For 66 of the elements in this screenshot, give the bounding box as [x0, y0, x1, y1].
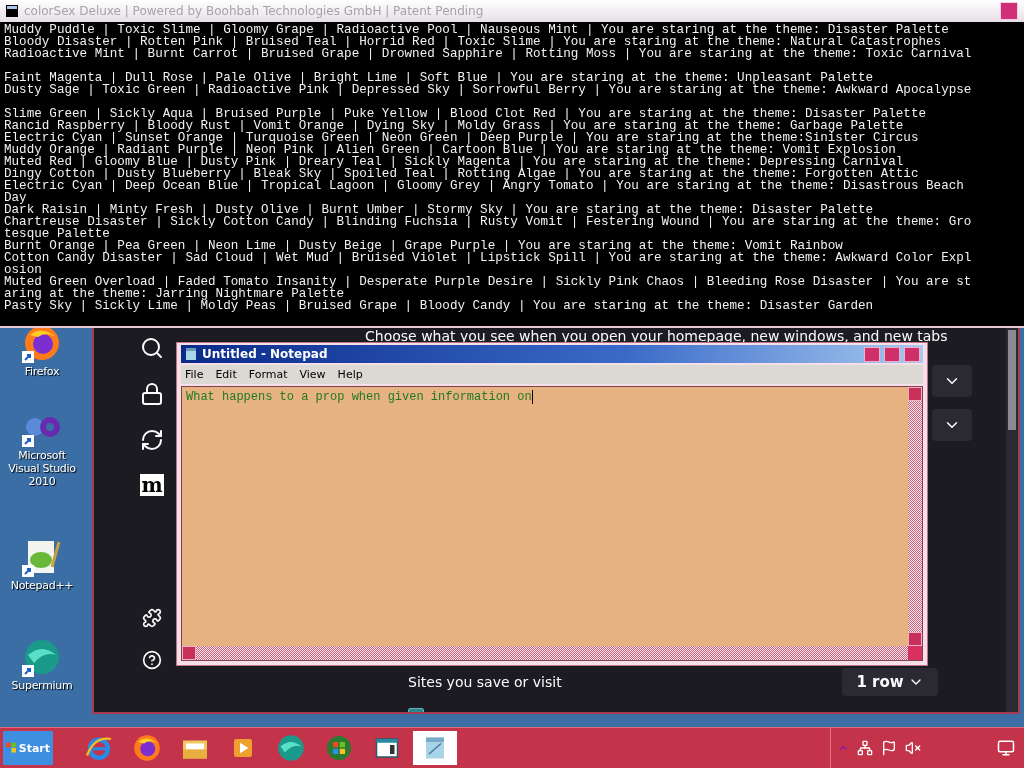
console-line: Pasty Sky | Sickly Lime | Moldy Peas | Bruised Grape | Bloody Candy | You are staring at the theme: Disaster Garden: [4, 300, 874, 312]
close-button[interactable]: [1000, 2, 1018, 20]
menu-item[interactable]: File: [185, 368, 204, 381]
shortcut-arrow-icon: [22, 435, 34, 447]
console-line: Radioactive Mint | Burnt Carrot | Bruised Grape | Drowned Sapphire | Rotting Moss | You are staring at the theme: Toxic Carnival: [4, 48, 972, 60]
console-line: Dingy Cotton | Dusty Blueberry | Bleak Sky | Spoiled Teal | Rotting Algae | You are staring at the theme: Forgotten Attic: [4, 168, 919, 180]
lock-icon[interactable]: [140, 382, 164, 406]
minimize-button[interactable]: [864, 346, 880, 362]
console-line: Slime Green | Sickly Aqua | Bruised Purple | Puke Yellow | Blood Clot Red | You are staring at the theme: Disaster Palette: [4, 108, 926, 120]
search-icon[interactable]: [140, 336, 164, 360]
network-icon[interactable]: [857, 740, 873, 756]
dropdown-button[interactable]: [932, 409, 972, 441]
puzzle-icon[interactable]: [142, 608, 162, 628]
sync-icon[interactable]: [140, 428, 164, 452]
shortcut-arrow-icon: [22, 565, 34, 577]
console-line: tesque Palette: [4, 228, 110, 240]
dropdown-button[interactable]: [932, 365, 972, 397]
console-line: osion: [4, 264, 42, 276]
console-line: Dark Raisin | Minty Fresh | Dusty Olive | Burnt Umber | Stormy Sky | You are staring at the theme: Disaster Palette: [4, 204, 874, 216]
volume-muted-icon[interactable]: [905, 740, 921, 756]
window-title: Untitled - Notepad: [202, 347, 329, 361]
menu-item[interactable]: Help: [337, 368, 363, 381]
help-icon[interactable]: [142, 650, 162, 670]
console-line: Faint Magenta | Dull Rose | Pale Olive | Bright Lime | Soft Blue | You are staring at the theme: Unpleasant Palette: [4, 72, 874, 84]
horizontal-scrollbar[interactable]: [182, 646, 908, 660]
firefox-icon: [132, 733, 162, 763]
sphere-icon: [276, 733, 306, 763]
rows-select[interactable]: 1 row: [842, 668, 938, 696]
console-line: Electric Cyan | Sunset Orange | Turquoise Green | Neon Green | Deep Purple | You are staring at the theme:Sinister Circus: [4, 132, 919, 144]
console-icon: [6, 5, 18, 17]
console-line: aring at the theme: Jarring Nightmare Palette: [4, 288, 345, 300]
shortcut-arrow-icon: [22, 665, 34, 677]
section-label: Sites you save or visit: [408, 674, 562, 690]
console-line: Muddy Puddle | Toxic Slime | Gloomy Grape | Radioactive Pool | Nauseous Mint | You are staring at the theme: Disaster Palette: [4, 24, 949, 36]
close-button[interactable]: [904, 346, 920, 362]
console-line: Muted Green Overload | Faded Tomato Insanity | Desperate Purple Desire | Sickly Pink Chaos | Bleeding Rose Disaster | You are st: [4, 276, 972, 288]
desktop-icon-label[interactable]: Notepad++: [10, 579, 74, 592]
windows-orb-icon: [324, 733, 354, 763]
logo-icon[interactable]: m: [140, 474, 164, 496]
sphere-icon: [22, 637, 62, 677]
console-line: Muddy Orange | Radiant Purple | Neon Pink | Alien Green | Cartoon Blue | You are staring at the theme: Vomit Explosion: [4, 144, 896, 156]
menu-item[interactable]: View: [299, 368, 326, 381]
console-line: Cotton Candy Disaster | Sad Cloud | Wet Mud | Bruised Violet | Lipstick Spill | You are staring at the theme: Awkward Color Expl: [4, 252, 972, 264]
resize-grip[interactable]: [908, 646, 922, 660]
scrollbar[interactable]: [1006, 328, 1018, 712]
vertical-scrollbar[interactable]: [908, 387, 922, 646]
console-line: Electric Cyan | Deep Ocean Blue | Tropical Lagoon | Gloomy Grey | Angry Tomato | You are staring at the theme: Disastrous Beach: [4, 180, 964, 192]
console-line: Rancid Raspberry | Bloody Rust | Vomit Orange | Dying Sky | Moldy Grass | You are staring at the theme: Garbage Palette: [4, 120, 904, 132]
console-line: Dusty Sage | Toxic Green | Radioactive Pink | Depressed Sky | Sorrowful Berry | You are staring at the theme: Awkward Apocalypse: [4, 84, 972, 96]
maximize-button[interactable]: [884, 346, 900, 362]
console-line: Burnt Orange | Pea Green | Neon Lime | Dusty Beige | Grape Purple | You are staring at the theme: Vomit Rainbow: [4, 240, 843, 252]
console-line: Bloody Disaster | Rotten Pink | Bruised Teal | Horrid Red | Toxic Slime | You are staring at the theme: Natural Catastrophes: [4, 36, 942, 48]
menu-item[interactable]: Format: [248, 368, 288, 381]
menu-item[interactable]: Edit: [215, 368, 237, 381]
notepad-icon: [184, 347, 198, 361]
desktop-icon-label[interactable]: Microsoft Visual Studio 2010: [2, 449, 82, 488]
console-line: Chartreuse Disaster | Sickly Cotton Candy | Blinding Fuchsia | Rusty Vomit | Festering Wound | You are staring at the theme: Gro: [4, 216, 972, 228]
desktop-icon-label[interactable]: Firefox: [24, 365, 60, 378]
window-title: colorSex Deluxe | Powered by Boohbah Technologies GmbH | Patent Pending: [24, 4, 485, 18]
flag-icon[interactable]: [881, 740, 897, 756]
show-desktop-icon[interactable]: [997, 739, 1015, 757]
windows-logo-icon: [6, 741, 17, 755]
desktop-icon-label[interactable]: Supermium: [11, 679, 73, 692]
console-line: Muted Red | Gloomy Blue | Dusty Pink | Dreary Teal | Sickly Magenta | You are staring at the theme: Depressing Carnival: [4, 156, 904, 168]
console-line: Day: [4, 192, 27, 204]
shortcut-arrow-icon: [22, 351, 34, 363]
